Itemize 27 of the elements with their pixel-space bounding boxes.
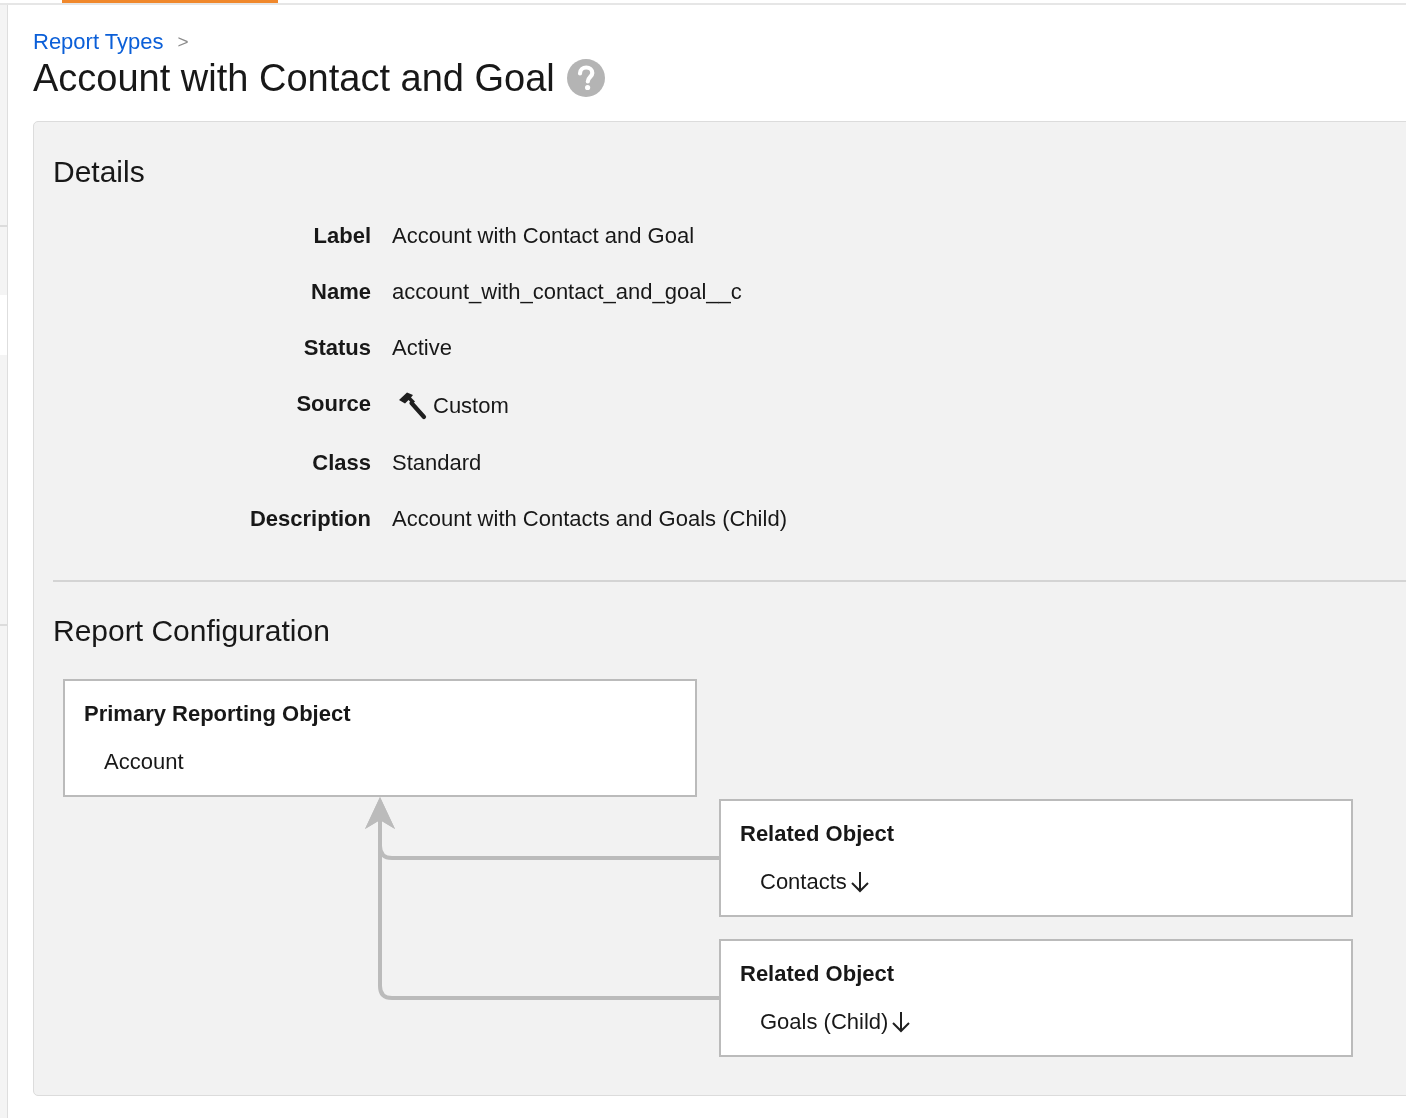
field-label: Description: [249, 506, 371, 532]
object-title: Related Object: [740, 821, 895, 847]
field-value: Account with Contact and Goal: [392, 223, 695, 249]
field-value: Account with Contacts and Goals (Child): [392, 506, 787, 532]
breadcrumb-separator: >: [177, 30, 189, 54]
section-heading: Details: [53, 154, 145, 190]
field-value: Standard: [392, 450, 482, 476]
object-name: Account: [104, 749, 184, 775]
field-value: Active: [392, 335, 452, 361]
field-label: Label: [313, 223, 371, 249]
page-title: Account with Contact and Goal: [33, 56, 555, 101]
object-name: Goals (Child): [760, 1009, 889, 1035]
object-title: Primary Reporting Object: [84, 701, 351, 727]
field-label: Status: [303, 335, 371, 361]
field-label: Class: [312, 450, 371, 476]
object-name: Contacts: [760, 869, 847, 895]
field-value: Custom: [433, 392, 509, 419]
down-arrow-icon: [891, 1011, 912, 1033]
field-label: Name: [311, 279, 371, 305]
field-label: Source: [296, 391, 371, 418]
object-title: Related Object: [740, 961, 895, 987]
down-arrow-icon: [849, 871, 870, 893]
help-icon[interactable]: [566, 59, 605, 97]
field-value: account_with_contact_and_goal__c: [392, 279, 742, 305]
breadcrumb-link[interactable]: Report Types: [33, 29, 164, 55]
section-heading: Report Configuration: [53, 613, 330, 649]
hammer-icon: [397, 391, 427, 420]
